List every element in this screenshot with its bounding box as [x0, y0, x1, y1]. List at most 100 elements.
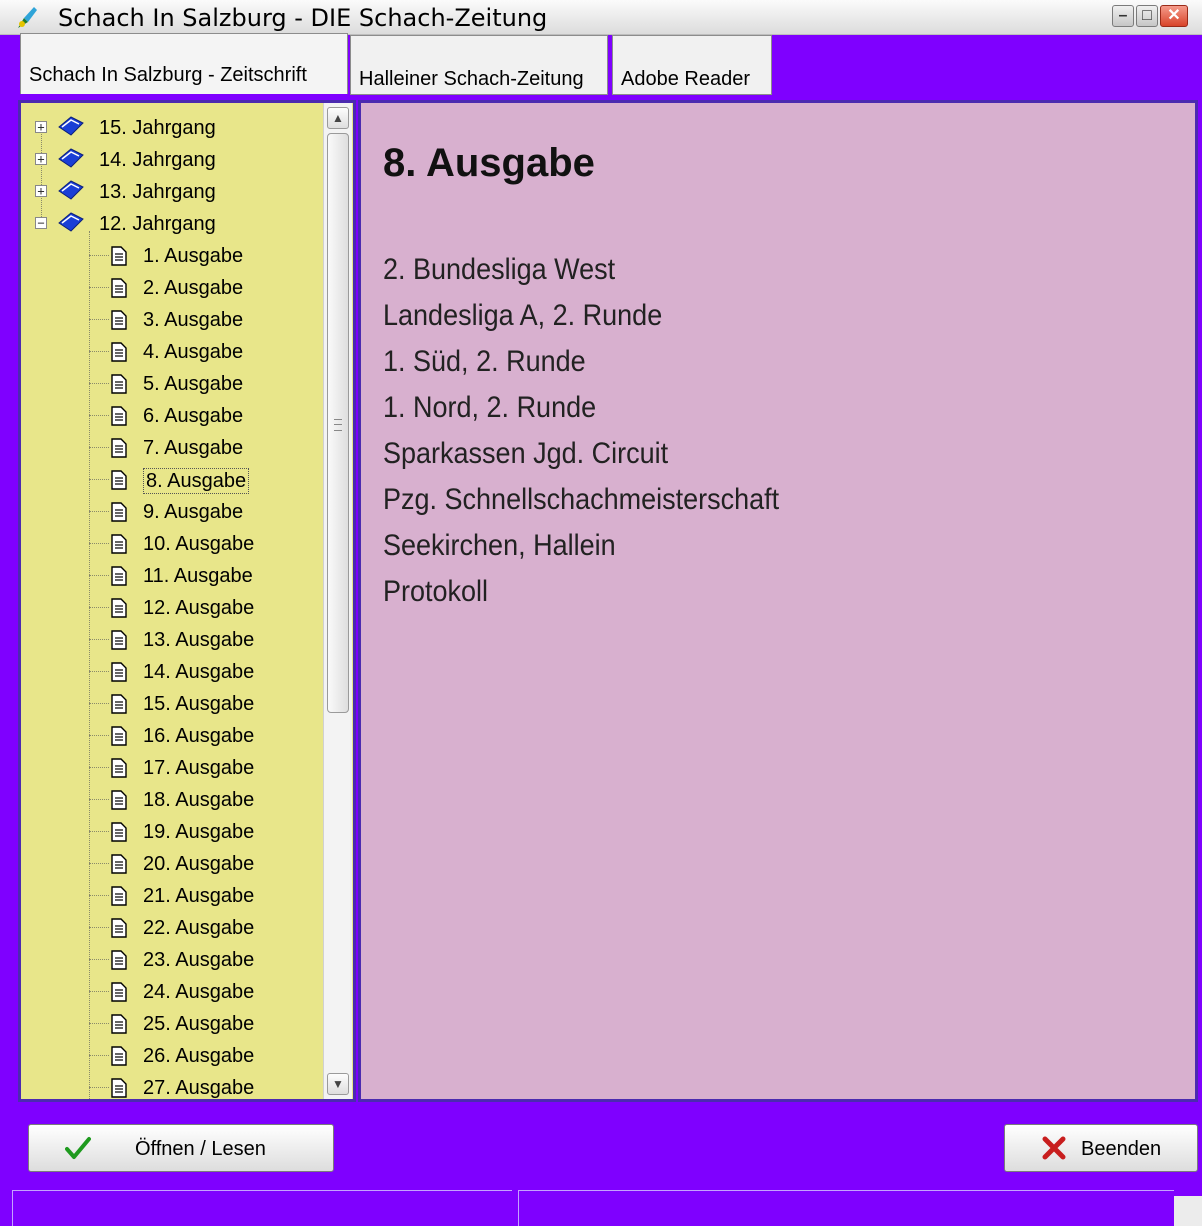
tree-guide-line — [89, 415, 109, 416]
tree-issue-label: 11. Ausgabe — [143, 565, 253, 587]
red-x-icon — [1042, 1136, 1066, 1160]
content-line-1: 2. Bundesliga West — [383, 253, 616, 286]
status-panel-left — [12, 1190, 512, 1226]
scroll-thumb[interactable] — [327, 133, 349, 713]
checkmark-icon — [65, 1137, 91, 1159]
expand-toggle[interactable]: − — [35, 217, 47, 229]
tree-guide-line — [89, 479, 109, 480]
tree-guide-line — [89, 927, 109, 928]
tree-scrollbar[interactable]: ▲ ▼ — [323, 103, 352, 1099]
minimize-icon: – — [1118, 7, 1128, 24]
document-icon — [111, 566, 127, 586]
exit-button[interactable]: Beenden — [1004, 1124, 1198, 1172]
content-line-7: Seekirchen, Hallein — [383, 529, 616, 562]
tree-issue-label: 10. Ausgabe — [143, 533, 255, 555]
tab-label: Halleiner Schach-Zeitung — [359, 68, 584, 90]
tree-issue-label: 24. Ausgabe — [143, 981, 255, 1003]
tree-guide-line — [89, 511, 109, 512]
expand-toggle[interactable]: + — [35, 121, 47, 133]
document-icon — [111, 438, 127, 458]
document-icon — [111, 1078, 127, 1098]
title-bar: Schach In Salzburg - DIE Schach-Zeitung … — [0, 0, 1202, 35]
resize-grip-icon[interactable] — [1174, 1196, 1202, 1226]
book-icon — [58, 212, 84, 232]
tree-issue-label: 19. Ausgabe — [143, 821, 255, 843]
expand-toggle[interactable]: + — [35, 153, 47, 165]
tree-guide-line — [89, 895, 109, 896]
tree-year-label: 13. Jahrgang — [99, 181, 216, 203]
tree-guide-line — [89, 863, 109, 864]
tree-guide-line — [89, 991, 109, 992]
tree-guide-line — [41, 123, 42, 219]
tree-guide-line — [89, 671, 109, 672]
tree-issue-label: 17. Ausgabe — [143, 757, 255, 779]
content-line-6: Pzg. Schnellschachmeisterschaft — [383, 483, 780, 516]
tree-guide-line — [89, 959, 109, 960]
tree-guide-line — [89, 351, 109, 352]
document-icon — [111, 1014, 127, 1034]
tree-year-label: 14. Jahrgang — [99, 149, 216, 171]
tree-guide-line — [89, 575, 109, 576]
tree-guide-line — [89, 255, 109, 256]
tree-year-label: 15. Jahrgang — [99, 117, 216, 139]
document-icon — [111, 406, 127, 426]
tree-guide-line — [89, 799, 109, 800]
document-icon — [111, 662, 127, 682]
content-line-3: 1. Süd, 2. Runde — [383, 345, 586, 378]
content-line-4: 1. Nord, 2. Runde — [383, 391, 597, 424]
tree-issue-label: 3. Ausgabe — [143, 309, 244, 331]
tab-adobe-reader[interactable]: Adobe Reader — [612, 35, 772, 95]
tab-schach-in-salzburg[interactable]: Schach In Salzburg - Zeitschrift — [20, 33, 348, 94]
tree-issue-label: 27. Ausgabe — [143, 1077, 255, 1099]
document-icon — [111, 598, 127, 618]
content-line-8: Protokoll — [383, 575, 489, 608]
scroll-up-button[interactable]: ▲ — [327, 107, 349, 129]
tree-issue-label: 15. Ausgabe — [143, 693, 255, 715]
document-icon — [111, 246, 127, 266]
close-window-button[interactable]: ✕ — [1160, 5, 1188, 27]
document-icon — [111, 822, 127, 842]
tree-issue-label: 4. Ausgabe — [143, 341, 244, 363]
tab-label: Schach In Salzburg - Zeitschrift — [29, 64, 307, 86]
tree-guide-line — [89, 1087, 109, 1088]
tree-guide-line — [89, 767, 109, 768]
tree-guide-line — [89, 735, 109, 736]
issue-heading: 8. Ausgabe — [383, 141, 595, 185]
tree-issue-label: 9. Ausgabe — [143, 501, 244, 523]
tree-issue-label: 5. Ausgabe — [143, 373, 244, 395]
open-read-button[interactable]: Öffnen / Lesen — [28, 1124, 334, 1172]
tree-issue-label: 13. Ausgabe — [143, 629, 255, 651]
tree-issue-label: 2. Ausgabe — [143, 277, 244, 299]
expand-toggle[interactable]: + — [35, 185, 47, 197]
tab-label: Adobe Reader — [621, 68, 750, 90]
tree-guide-line — [89, 287, 109, 288]
content-line-5: Sparkassen Jgd. Circuit — [383, 437, 669, 470]
scroll-down-button[interactable]: ▼ — [327, 1073, 349, 1095]
issue-tree-panel: +15. Jahrgang +14. Jahrgang +13. Jahrgang −… — [18, 100, 356, 1102]
issue-content-panel: 8. Ausgabe 2. Bundesliga West Landesliga… — [358, 100, 1198, 1102]
document-icon — [111, 854, 127, 874]
close-icon: ✕ — [1167, 7, 1181, 24]
tree-guide-line — [89, 1055, 109, 1056]
tree-issue-label: 18. Ausgabe — [143, 789, 255, 811]
document-icon — [111, 918, 127, 938]
tree-issue-label: 6. Ausgabe — [143, 405, 244, 427]
tree-issue-label: 1. Ausgabe — [143, 245, 244, 267]
tree-issue-label: 20. Ausgabe — [143, 853, 255, 875]
tree-guide-line — [89, 1023, 109, 1024]
tree-year-label: 12. Jahrgang — [99, 213, 216, 235]
tree-issue-label: 16. Ausgabe — [143, 725, 255, 747]
document-icon — [111, 694, 127, 714]
tab-halleiner[interactable]: Halleiner Schach-Zeitung — [350, 35, 608, 95]
minimize-button[interactable]: – — [1112, 5, 1134, 27]
chess-pen-icon — [18, 7, 37, 28]
exit-label: Beenden — [1081, 1138, 1162, 1160]
tree-guide-line — [89, 447, 109, 448]
open-read-label: Öffnen / Lesen — [135, 1138, 266, 1160]
tree-guide-line — [89, 831, 109, 832]
document-icon — [111, 278, 127, 298]
document-icon — [111, 374, 127, 394]
status-panel-right — [518, 1190, 1174, 1226]
maximize-button[interactable]: □ — [1136, 5, 1158, 27]
tree-issue-label: 25. Ausgabe — [143, 1013, 255, 1035]
